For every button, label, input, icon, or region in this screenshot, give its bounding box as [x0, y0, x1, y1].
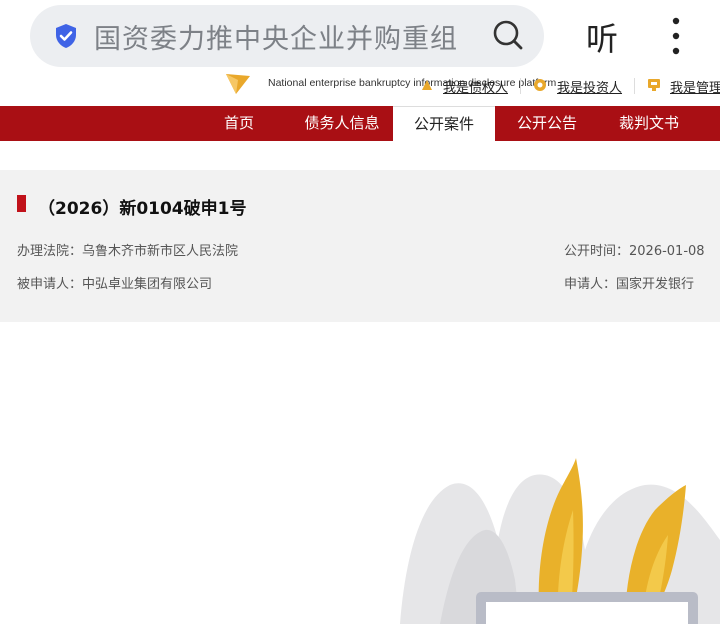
administrator-icon [648, 79, 660, 91]
listen-button[interactable]: 听 [586, 14, 618, 60]
nav-public-announcements[interactable]: 公开公告 [496, 106, 598, 141]
administrator-link[interactable]: 我是管理 [670, 77, 720, 96]
search-icon[interactable] [492, 19, 524, 51]
nav-debtor-info[interactable]: 债务人信息 [290, 106, 394, 141]
nav-public-cases[interactable]: 公开案件 [393, 106, 495, 141]
case-card[interactable]: （2026）新0104破申1号 办理法院：乌鲁木齐市新市区人民法院 公开时间：2… [0, 170, 720, 322]
creditor-link[interactable]: 我是债权人 [443, 77, 508, 96]
respondent-value: 中弘卓业集团有限公司 [82, 277, 213, 292]
case-number-title[interactable]: （2026）新0104破申1号 [38, 194, 246, 219]
site-logo-icon[interactable] [224, 72, 252, 96]
publish-date-label: 公开时间： [564, 244, 630, 259]
title-marker [17, 195, 26, 212]
applicant-row: 申请人：国家开发银行 [564, 273, 694, 292]
more-vertical-icon[interactable] [668, 16, 684, 56]
applicant-label: 申请人： [564, 277, 617, 292]
main-nav: 首页 债务人信息 公开案件 公开公告 裁判文书 [0, 106, 720, 141]
investor-link[interactable]: 我是投资人 [557, 77, 622, 96]
investor-icon [534, 79, 546, 91]
publish-date-row: 公开时间：2026-01-08 [564, 240, 705, 259]
empty-state-illustration [400, 458, 720, 624]
publish-date-value: 2026-01-08 [629, 244, 705, 259]
respondent-row: 被申请人：中弘卓业集团有限公司 [17, 273, 212, 292]
search-query-text[interactable]: 国资委力推中央企业并购重组 [94, 17, 474, 56]
shield-check-icon[interactable] [52, 22, 80, 50]
nav-home[interactable]: 首页 [208, 106, 270, 141]
site-english-name: National enterprise bankruptcy informati… [268, 77, 557, 89]
court-value: 乌鲁木齐市新市区人民法院 [82, 244, 239, 259]
browser-toolbar: 国资委力推中央企业并购重组 听 [0, 0, 720, 74]
divider [634, 78, 635, 94]
creditor-icon [422, 80, 432, 90]
court-row: 办理法院：乌鲁木齐市新市区人民法院 [17, 240, 238, 259]
nav-judgments[interactable]: 裁判文书 [598, 106, 700, 141]
applicant-value: 国家开发银行 [616, 277, 695, 292]
court-label: 办理法院： [17, 244, 83, 259]
divider [520, 78, 521, 94]
respondent-label: 被申请人： [17, 277, 83, 292]
site-header: National enterprise bankruptcy informati… [0, 70, 720, 106]
